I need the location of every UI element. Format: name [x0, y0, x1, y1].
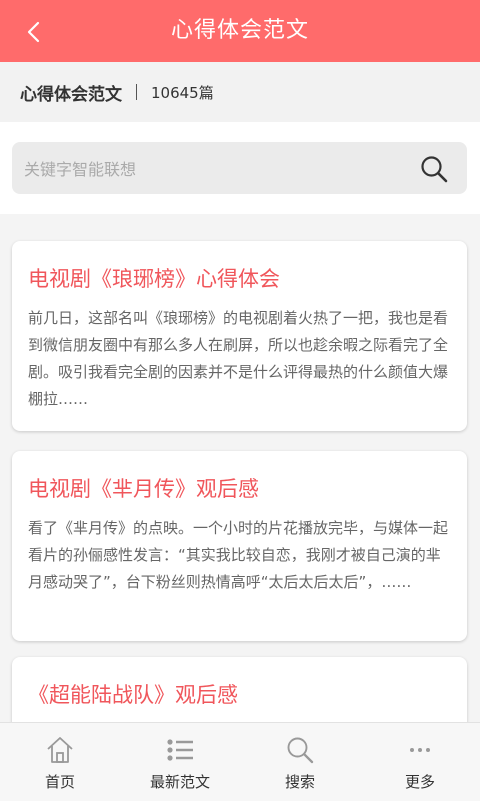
nav-label: 最新范文 — [149, 773, 210, 791]
search-icon — [287, 737, 314, 764]
article-title: 电视剧《芈月传》观后感 — [28, 477, 259, 501]
top-app-bar: 心得体会范文 — [0, 0, 480, 62]
search-button[interactable] — [419, 154, 449, 184]
nav-item-more[interactable]: 更多 — [360, 723, 480, 801]
article-count: 10645篇 — [151, 83, 214, 102]
search-section — [0, 122, 480, 214]
article-summary: 看了《芈月传》的点映。一个小时的片花播放完毕，与媒体一起看片的孙俪感性发言：“其… — [28, 519, 449, 591]
nav-item-home[interactable]: 首页 — [0, 723, 120, 801]
article-list: 电视剧《琅琊榜》心得体会 前几日，这部名叫《琅琊榜》的电视剧着火热了一把，我也是… — [0, 214, 480, 722]
article-card[interactable]: 电视剧《芈月传》观后感 看了《芈月传》的点映。一个小时的片花播放完毕，与媒体一起… — [12, 451, 467, 641]
article-card[interactable]: 电视剧《琅琊榜》心得体会 前几日，这部名叫《琅琊榜》的电视剧着火热了一把，我也是… — [12, 241, 467, 431]
more-icon — [410, 748, 430, 752]
list-icon — [167, 739, 193, 761]
category-info-bar: 心得体会范文 10645篇 — [0, 62, 480, 122]
search-box — [12, 142, 467, 196]
category-name: 心得体会范文 — [20, 84, 122, 105]
article-title: 电视剧《琅琊榜》心得体会 — [28, 267, 280, 291]
nav-label: 更多 — [404, 773, 435, 791]
article-title: 《超能陆战队》观后感 — [28, 683, 238, 707]
info-separator — [136, 84, 137, 100]
nav-label: 首页 — [44, 773, 75, 791]
bottom-navigation: 首页 最新范文 搜索 更多 — [0, 722, 480, 801]
nav-item-search[interactable]: 搜索 — [240, 723, 360, 801]
page-title: 心得体会范文 — [170, 18, 309, 43]
nav-label: 搜索 — [284, 773, 315, 791]
article-summary: 前几日，这部名叫《琅琊榜》的电视剧着火热了一把，我也是看到微信朋友圈中有那么多人… — [28, 309, 449, 408]
nav-item-latest[interactable]: 最新范文 — [120, 723, 240, 801]
article-card[interactable]: 《超能陆战队》观后感 — [12, 657, 467, 722]
home-icon — [47, 737, 73, 763]
search-input[interactable] — [22, 142, 406, 196]
search-icon — [421, 156, 448, 183]
